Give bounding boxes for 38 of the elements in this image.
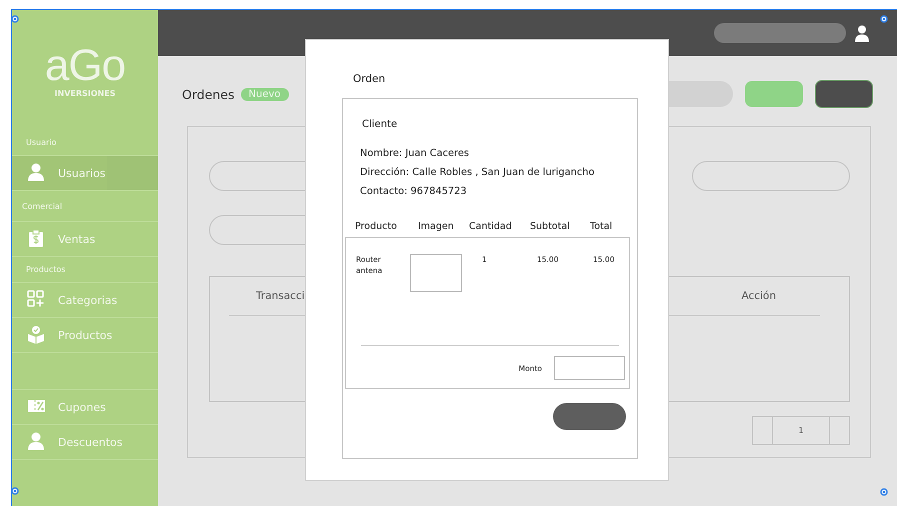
column-header: Producto bbox=[355, 221, 398, 234]
selection-handle-icon bbox=[880, 488, 888, 496]
logo-text: aGo bbox=[44, 46, 126, 86]
search-field[interactable] bbox=[714, 23, 846, 43]
column-header: Subtotal bbox=[530, 221, 571, 234]
customer-detail: Contacto: 967845723 bbox=[360, 185, 468, 199]
page-number[interactable]: 1 bbox=[773, 416, 829, 445]
clipboard-dollar-icon bbox=[27, 229, 46, 249]
category-grid-icon bbox=[27, 290, 46, 310]
input-field[interactable] bbox=[692, 161, 850, 191]
previous-page-button[interactable] bbox=[752, 416, 773, 445]
column-header: Imagen bbox=[418, 221, 455, 234]
confirm-button[interactable] bbox=[553, 403, 626, 430]
action-button[interactable] bbox=[815, 80, 873, 108]
customer-detail: Dirección: Calle Robles , San Juan de lurigancho bbox=[360, 166, 596, 180]
new-badge: Nuevo bbox=[240, 88, 289, 100]
section-title: Cliente bbox=[362, 119, 398, 130]
user-icon bbox=[855, 24, 869, 42]
customer-detail: Nombre: Juan Caceres bbox=[360, 147, 470, 161]
next-page-button[interactable] bbox=[829, 416, 850, 445]
dialog-title: Orden bbox=[353, 73, 386, 87]
sidebar-item[interactable]: Usuarios bbox=[12, 156, 158, 191]
column-header: Acción bbox=[741, 290, 776, 302]
amount-field[interactable] bbox=[554, 356, 625, 380]
column-header: Cantidad bbox=[469, 221, 513, 234]
sidebar-item[interactable]: Descuentos bbox=[12, 425, 158, 460]
product-box-icon bbox=[27, 325, 46, 345]
person-icon bbox=[27, 163, 46, 183]
sidebar-item[interactable]: Ventas bbox=[12, 222, 158, 257]
column-header: Transacci bbox=[255, 290, 305, 302]
selection-handle-icon bbox=[880, 15, 888, 23]
add-button[interactable] bbox=[745, 81, 803, 107]
image-placeholder bbox=[410, 254, 462, 292]
logo-subtitle: INVERSIONES bbox=[54, 89, 116, 98]
page-title: Ordenes bbox=[182, 86, 235, 102]
column-header: Total bbox=[590, 221, 612, 234]
person-icon bbox=[27, 432, 46, 452]
sidebar-item[interactable]: Cupones bbox=[12, 390, 158, 425]
